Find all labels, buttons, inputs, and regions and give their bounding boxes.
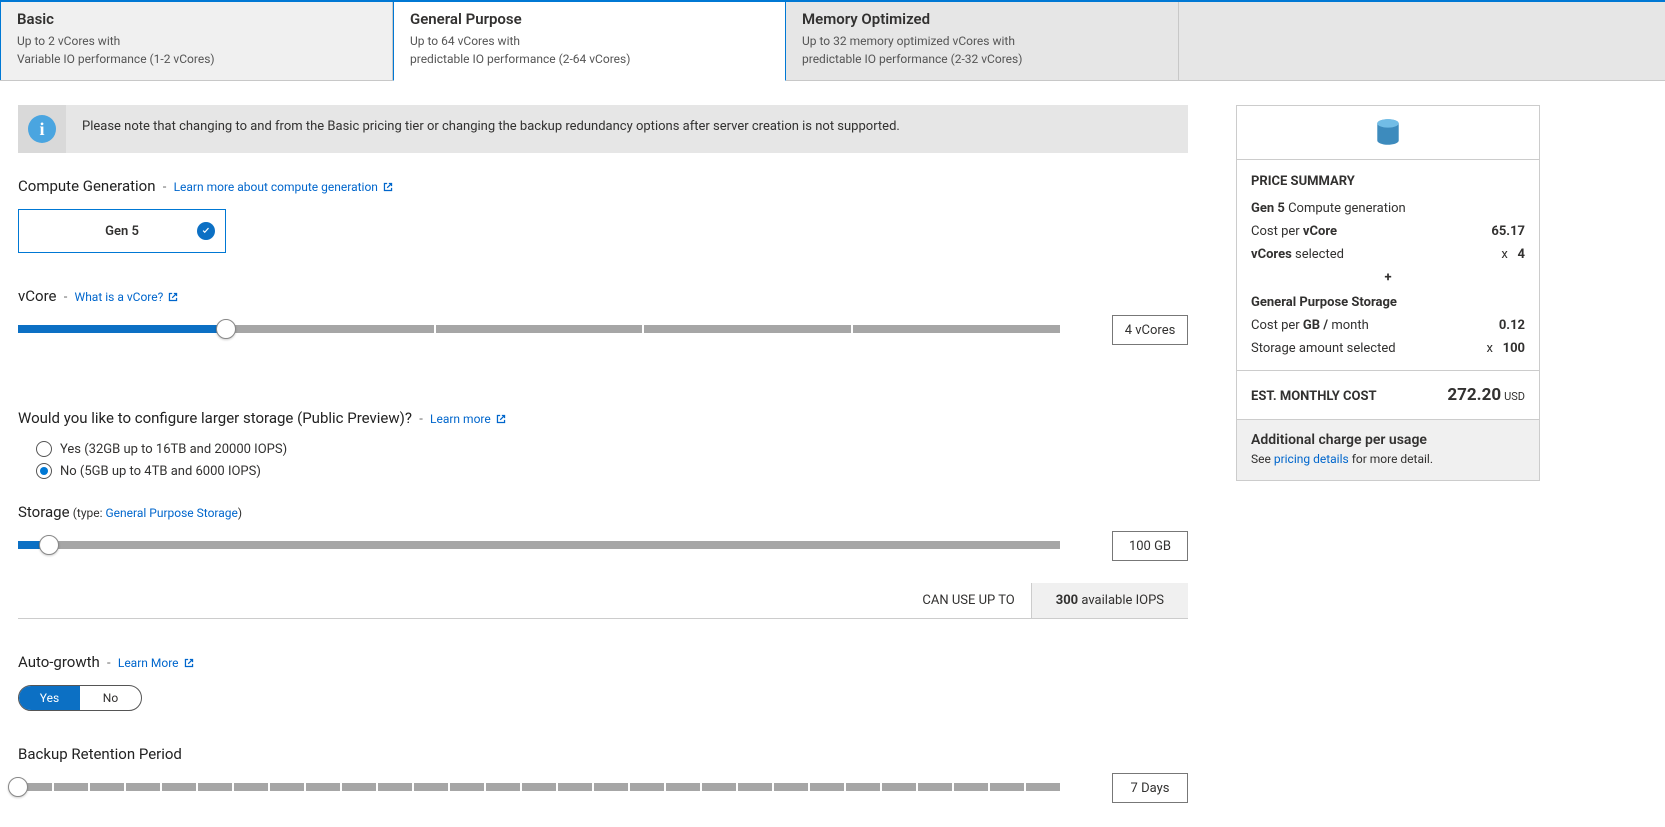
vcore-link[interactable]: What is a vCore? [75,290,179,304]
external-link-icon [494,412,506,426]
vcore-section: vCore - What is a vCore? 4 vCores [18,287,1188,345]
compute-gen-selected: Gen 5 [105,224,139,239]
info-banner: i Please note that changing to and from … [18,105,1188,153]
summary-storage-heading: General Purpose Storage [1251,295,1397,310]
summary-storage-selected-label: Storage amount selected [1251,341,1396,356]
iops-label: CAN USE UP TO [906,583,1030,618]
storage-slider[interactable] [18,541,1060,551]
external-link-icon [166,290,178,304]
tab-general-line1: Up to 64 vCores with [410,32,769,50]
backup-retention-value: 7 Days [1112,773,1188,803]
summary-vcores-selected-label: vCores selected [1251,247,1344,262]
autogrowth-label: Auto-growth [18,653,100,671]
backup-retention-section: Backup Retention Period 7 Days [18,745,1188,803]
pricing-tier-tabs: Basic Up to 2 vCores with Variable IO pe… [0,0,1665,81]
iops-value: 300 available IOPS [1031,583,1188,618]
compute-gen-card-gen5[interactable]: Gen 5 [18,209,226,253]
tab-general-title: General Purpose [410,10,769,28]
larger-storage-radio-no[interactable]: No (5GB up to 4TB and 6000 IOPS) [36,463,1188,479]
summary-total-label: EST. MONTHLY COST [1251,389,1377,404]
tab-memory-line1: Up to 32 memory optimized vCores with [802,32,1162,50]
storage-value: 100 GB [1112,531,1188,561]
storage-type-link[interactable]: General Purpose Storage [106,506,238,520]
tab-basic-line2: Variable IO performance (1-2 vCores) [17,50,376,68]
tab-basic[interactable]: Basic Up to 2 vCores with Variable IO pe… [0,2,393,80]
tab-memory-title: Memory Optimized [802,10,1162,28]
checkmark-icon [197,222,215,240]
larger-storage-section: Would you like to configure larger stora… [18,409,1188,479]
summary-storage-selected-value: x 100 [1486,341,1525,356]
compute-gen-link[interactable]: Learn more about compute generation [174,180,393,194]
summary-additional-heading: Additional charge per usage [1251,432,1525,448]
autogrowth-toggle[interactable]: Yes No [18,685,142,711]
compute-gen-label: Compute Generation [18,177,156,195]
pricing-details-link[interactable]: pricing details [1274,452,1349,466]
price-summary-title: PRICE SUMMARY [1251,174,1525,189]
autogrowth-link[interactable]: Learn More [118,656,194,670]
larger-storage-yes-label: Yes (32GB up to 16TB and 20000 IOPS) [60,442,287,457]
summary-gen-label: Gen 5 Compute generation [1251,201,1406,216]
larger-storage-radio-yes[interactable]: Yes (32GB up to 16TB and 20000 IOPS) [36,441,1188,457]
external-link-icon [381,180,393,194]
vcore-slider[interactable] [18,325,1060,335]
backup-retention-slider-thumb[interactable] [8,777,28,797]
autogrowth-toggle-no: No [80,686,141,710]
summary-total-value: 272.20USD [1447,385,1525,405]
radio-icon [36,441,52,457]
summary-cost-vcore-value: 65.17 [1491,224,1525,239]
storage-label: Storage [18,503,70,521]
price-summary-icon-box [1237,106,1539,160]
price-summary-panel: PRICE SUMMARY Gen 5 Compute generation C… [1236,105,1540,481]
tab-memory-line2: predictable IO performance (2-32 vCores) [802,50,1162,68]
tab-basic-line1: Up to 2 vCores with [17,32,376,50]
vcore-label: vCore [18,287,56,305]
summary-cost-vcore-label: Cost per vCore [1251,224,1337,239]
autogrowth-toggle-yes: Yes [19,686,80,710]
vcore-value: 4 vCores [1112,315,1188,345]
tab-general-line2: predictable IO performance (2-64 vCores) [410,50,769,68]
backup-retention-label: Backup Retention Period [18,745,182,763]
external-link-icon [182,656,194,670]
tab-basic-title: Basic [17,10,376,28]
plus-divider: + [1251,270,1525,285]
info-icon: i [28,115,56,143]
tab-memory-optimized[interactable]: Memory Optimized Up to 32 memory optimiz… [786,2,1179,80]
larger-storage-no-label: No (5GB up to 4TB and 6000 IOPS) [60,464,261,479]
tab-general-purpose[interactable]: General Purpose Up to 64 vCores with pre… [393,2,786,81]
info-banner-text: Please note that changing to and from th… [66,105,916,153]
larger-storage-link[interactable]: Learn more [430,412,506,426]
backup-retention-slider[interactable] [18,783,1060,793]
iops-row: CAN USE UP TO 300 available IOPS [18,583,1188,619]
compute-generation-section: Compute Generation - Learn more about co… [18,177,1188,253]
autogrowth-section: Auto-growth - Learn More Yes No [18,653,1188,711]
info-icon-box: i [18,105,66,153]
vcore-slider-thumb[interactable] [216,319,236,339]
storage-slider-thumb[interactable] [39,535,59,555]
database-icon [1375,118,1401,148]
summary-vcores-selected-value: x 4 [1501,247,1525,262]
radio-icon [36,463,52,479]
summary-cost-gb-label: Cost per GB / month [1251,318,1369,333]
tab-spacer [1179,2,1665,80]
summary-cost-gb-value: 0.12 [1499,318,1525,333]
summary-additional-text: See pricing details for more detail. [1251,452,1525,466]
larger-storage-label: Would you like to configure larger stora… [18,409,412,427]
storage-section: Storage (type: General Purpose Storage) … [18,503,1188,619]
